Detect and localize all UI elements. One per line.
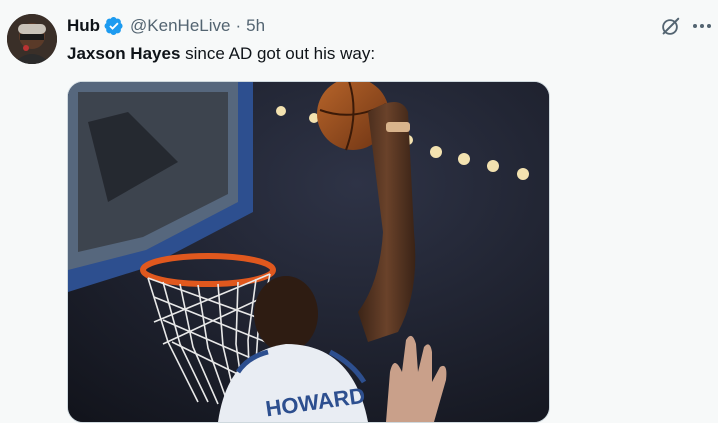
separator-dot: · [235, 16, 242, 35]
avatar[interactable] [7, 14, 57, 64]
tweet-media-image[interactable]: HOWARD [67, 81, 550, 423]
verified-badge-icon [104, 16, 124, 36]
user-handle[interactable]: @KenHeLive [130, 16, 230, 36]
tweet-header: Hub @KenHeLive · 5h [67, 14, 265, 38]
tweet-text: Jaxson Hayes since AD got out his way: [67, 42, 375, 66]
grok-icon[interactable] [659, 16, 681, 38]
tweet-text-rest: since AD got out his way: [180, 44, 376, 63]
more-dot [693, 24, 697, 28]
avatar-image [7, 14, 57, 64]
more-dot [700, 24, 704, 28]
more-dot [707, 24, 711, 28]
tweet-timestamp[interactable]: 5h [246, 16, 265, 36]
tweet-text-bold: Jaxson Hayes [67, 44, 181, 63]
display-name[interactable]: Hub [67, 16, 100, 36]
more-options-icon[interactable] [690, 14, 714, 38]
